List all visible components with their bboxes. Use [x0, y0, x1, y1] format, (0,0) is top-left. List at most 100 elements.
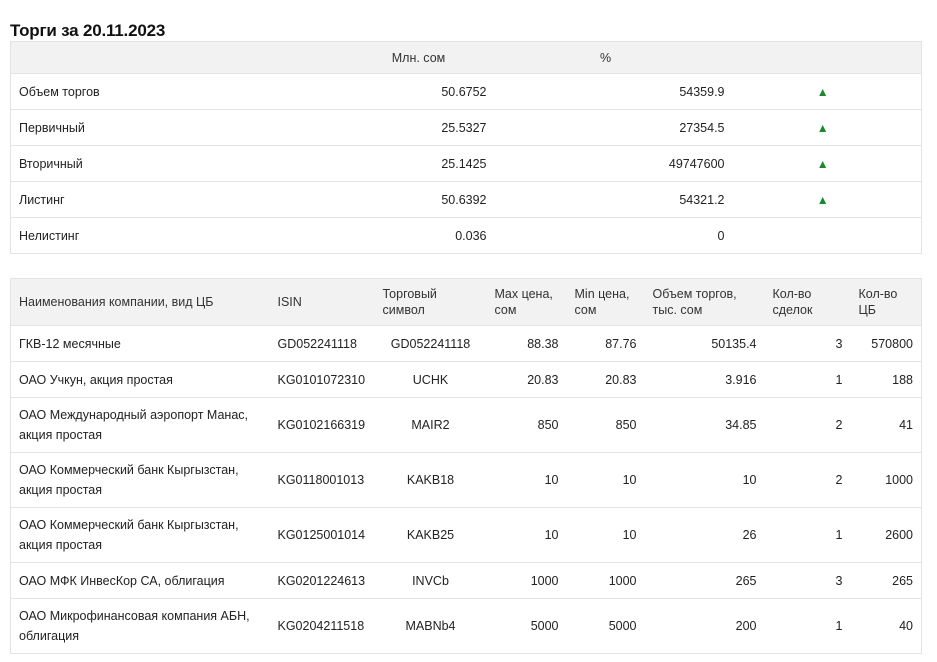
min-price-cell: 10 [566, 452, 645, 508]
summary-mln-value: 50.6752 [350, 73, 487, 110]
deals-cell: 3 [764, 562, 851, 599]
summary-pct-value: 54359.9 [486, 73, 725, 110]
count-cell: 570800 [850, 325, 922, 362]
deals-cell: 2 [764, 397, 851, 453]
summary-header-mln: Млн. сом [350, 41, 487, 74]
page-title: Торги за 20.11.2023 [10, 21, 166, 40]
isin-cell: KG0102166319 [269, 397, 375, 453]
trend-up-icon: ▲ [724, 73, 922, 110]
summary-label: Вторичный [10, 145, 351, 182]
volume-cell: 3.916 [644, 361, 765, 398]
table-row: ОАО МФК ИнвесКор СА, облигация KG0201224… [10, 562, 922, 599]
deals-cell: 1 [764, 361, 851, 398]
symbol-cell: UCHK [374, 361, 487, 398]
volume-cell: 200 [735, 619, 757, 633]
summary-label: Нелистинг [19, 228, 80, 243]
symbol-cell: GD052241118 [374, 325, 487, 362]
summary-row: Листинг 50.6392 54321.2 ▲ [10, 181, 922, 218]
deals-cell: 2 [764, 452, 851, 508]
deals-cell: 1 [835, 619, 843, 633]
header-company-name: Наименования компании, вид ЦБ [10, 278, 270, 326]
max-price-cell: 5000 [530, 619, 559, 633]
company-name: ГКВ-12 месячные [10, 325, 270, 362]
table-row: ОАО Коммерческий банк Кыргызстан, акция … [10, 452, 922, 508]
trades-table: Наименования компании, вид ЦБ ISIN Торго… [10, 278, 922, 654]
table-row: ОАО Коммерческий банк Кыргызстан, акция … [10, 507, 922, 563]
company-name: ОАО Микрофинансовая компания АБН, облига… [19, 609, 250, 643]
symbol-cell: MABNb4 [405, 619, 456, 633]
volume-cell: 26 [644, 507, 765, 563]
isin-cell: KG0118001013 [269, 452, 375, 508]
max-price-cell: 1000 [486, 562, 567, 599]
header-min-price: Min цена, сом [566, 278, 645, 326]
min-price-cell: 5000 [608, 619, 637, 633]
summary-mln-value: 50.6392 [350, 181, 487, 218]
summary-row: Первичный 25.5327 27354.5 ▲ [10, 109, 922, 146]
table-row: ОАО Учкун, акция простая KG0101072310 UC… [10, 361, 922, 398]
summary-label: Первичный [10, 109, 351, 146]
trend-up-icon: ▲ [724, 181, 922, 218]
volume-cell: 10 [644, 452, 765, 508]
summary-header-label [10, 41, 351, 74]
summary-pct-value: 27354.5 [486, 109, 725, 146]
summary-label: Объем торгов [10, 73, 351, 110]
company-name: ОАО Коммерческий банк Кыргызстан, акция … [10, 507, 270, 563]
count-cell: 1000 [850, 452, 922, 508]
min-price-cell: 87.76 [566, 325, 645, 362]
summary-pct-value: 0 [717, 228, 725, 243]
company-name: ОАО Учкун, акция простая [10, 361, 270, 398]
count-cell: 188 [850, 361, 922, 398]
company-name: ОАО МФК ИнвесКор СА, облигация [10, 562, 270, 599]
min-price-cell: 10 [566, 507, 645, 563]
count-cell: 40 [899, 619, 913, 633]
summary-row: Вторичный 25.1425 49747600 ▲ [10, 145, 922, 182]
volume-cell: 50135.4 [644, 325, 765, 362]
summary-pct-value: 49747600 [486, 145, 725, 182]
isin-cell: KG0204211518 [277, 619, 365, 633]
max-price-cell: 88.38 [486, 325, 567, 362]
deals-cell: 1 [764, 507, 851, 563]
summary-mln-value: 25.1425 [350, 145, 487, 182]
trades-header-row: Наименования компании, вид ЦБ ISIN Торго… [10, 278, 922, 326]
count-cell: 2600 [850, 507, 922, 563]
max-price-cell: 20.83 [486, 361, 567, 398]
symbol-cell: MAIR2 [374, 397, 487, 453]
symbol-cell: INVCb [374, 562, 487, 599]
header-deals: Кол-во сделок [764, 278, 851, 326]
trend-up-icon: ▲ [724, 109, 922, 146]
max-price-cell: 10 [486, 507, 567, 563]
summary-header-trend [724, 41, 922, 74]
summary-mln-value: 25.5327 [350, 109, 487, 146]
isin-cell: KG0201224613 [269, 562, 375, 599]
count-cell: 41 [850, 397, 922, 453]
trend-up-icon: ▲ [724, 145, 922, 182]
isin-cell: KG0125001014 [269, 507, 375, 563]
summary-table: Млн. сом % Объем торгов 50.6752 54359.9 … [10, 41, 922, 254]
max-price-cell: 10 [486, 452, 567, 508]
header-count: Кол-во ЦБ [850, 278, 922, 326]
max-price-cell: 850 [486, 397, 567, 453]
symbol-cell: KAKB18 [374, 452, 487, 508]
company-name: ОАО Коммерческий банк Кыргызстан, акция … [10, 452, 270, 508]
volume-cell: 265 [644, 562, 765, 599]
summary-row: Нелистинг 0.036 0 [11, 218, 922, 254]
min-price-cell: 20.83 [566, 361, 645, 398]
volume-cell: 34.85 [644, 397, 765, 453]
header-volume: Объем торгов, тыс. сом [644, 278, 765, 326]
min-price-cell: 1000 [566, 562, 645, 599]
company-name: ОАО Международный аэропорт Манас, акция … [10, 397, 270, 453]
summary-header-pct: % [486, 41, 725, 74]
summary-pct-value: 54321.2 [486, 181, 725, 218]
table-row: ОАО Международный аэропорт Манас, акция … [10, 397, 922, 453]
summary-mln-value: 0.036 [455, 228, 487, 243]
symbol-cell: KAKB25 [374, 507, 487, 563]
trend-cell [725, 218, 922, 254]
header-max-price: Max цена, сом [486, 278, 567, 326]
table-row: ОАО Микрофинансовая компания АБН, облига… [11, 599, 922, 654]
isin-cell: KG0101072310 [269, 361, 375, 398]
summary-header-row: Млн. сом % [10, 41, 922, 74]
summary-label: Листинг [10, 181, 351, 218]
count-cell: 265 [850, 562, 922, 599]
summary-row: Объем торгов 50.6752 54359.9 ▲ [10, 73, 922, 110]
table-row: ГКВ-12 месячные GD052241118 GD052241118 … [10, 325, 922, 362]
